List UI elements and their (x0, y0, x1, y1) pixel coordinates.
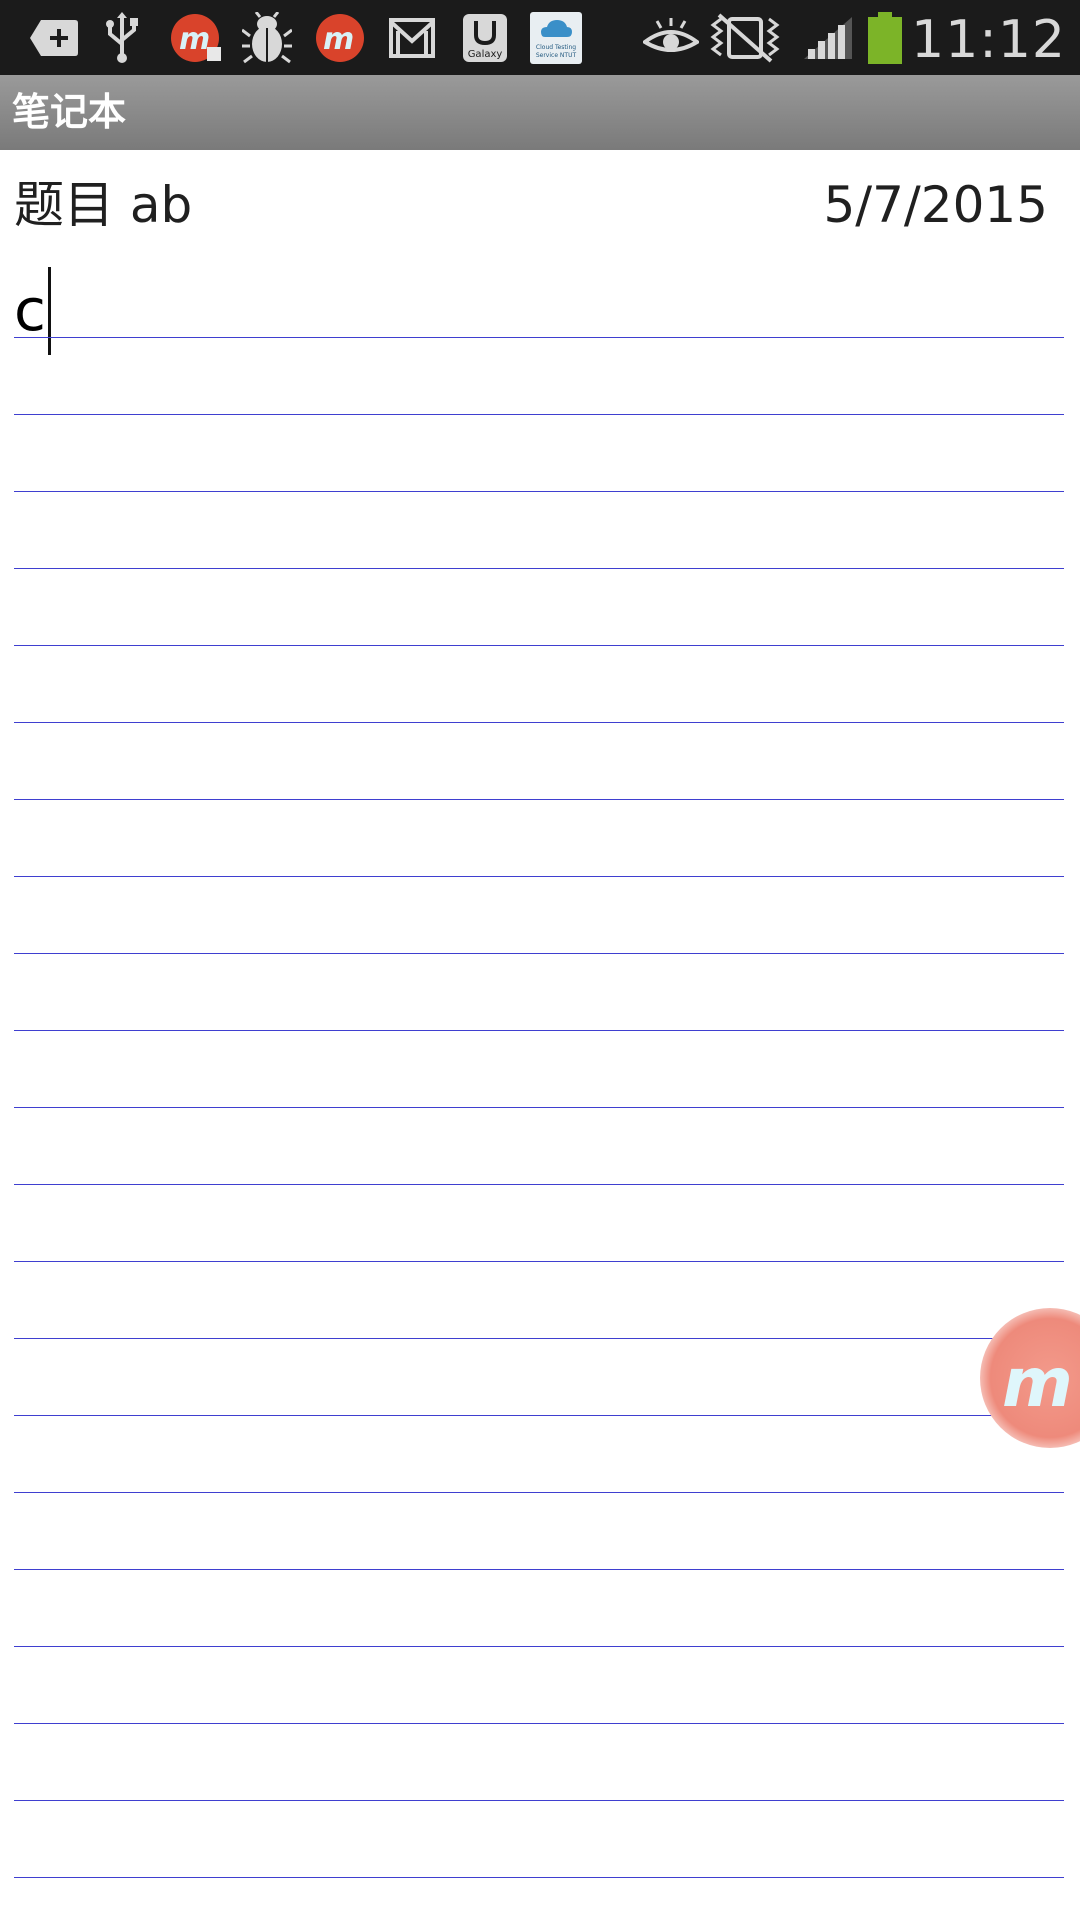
ruled-line (14, 1723, 1064, 1724)
note-body-text: c (14, 276, 46, 344)
mobizen-record-icon: m (168, 0, 224, 75)
note-title[interactable]: 题目 ab (14, 170, 192, 240)
ruled-line (14, 1184, 1064, 1185)
ruled-line (14, 953, 1064, 954)
cloud-testing-icon: Cloud Testing Service NTUT (528, 0, 584, 75)
ruled-line (14, 1338, 1064, 1339)
ruled-line (14, 1107, 1064, 1108)
gmail-icon (386, 0, 438, 75)
text-cursor (48, 267, 51, 355)
svg-text:Cloud Testing: Cloud Testing (536, 44, 576, 51)
battery-icon (862, 0, 908, 75)
add-box-icon (26, 0, 82, 75)
note-date: 5/7/2015 (823, 176, 1048, 234)
galaxy-label: Galaxy (468, 49, 503, 60)
svg-text:m: m (179, 22, 210, 57)
ruled-line (14, 1800, 1064, 1801)
usb-icon (100, 0, 144, 75)
ruled-line (14, 1415, 1064, 1416)
mobizen-letter: m (1002, 1344, 1073, 1423)
bug-icon (240, 0, 294, 75)
app-title: 笔记本 (12, 90, 127, 134)
ruled-line (14, 1492, 1064, 1493)
ruled-line (14, 799, 1064, 800)
vibrate-mute-icon (708, 0, 782, 75)
action-bar: 笔记本 (0, 75, 1080, 150)
ruled-line (14, 414, 1064, 415)
ruled-line (14, 1569, 1064, 1570)
ruled-line (14, 876, 1064, 877)
signal-icon (800, 0, 856, 75)
ruled-line (14, 337, 1064, 338)
ruled-line (14, 1646, 1064, 1647)
status-bar: m m Galaxy Cloud Testing Service NTUT 11:… (0, 0, 1080, 75)
galaxy-apps-icon: Galaxy (460, 0, 510, 75)
ruled-line (14, 722, 1064, 723)
mobizen-icon: m (312, 0, 368, 75)
note-body-editor[interactable]: c (14, 260, 1064, 1900)
ruled-line (14, 1030, 1064, 1031)
ruled-line (14, 1877, 1064, 1878)
ruled-line (14, 491, 1064, 492)
svg-text:Service NTUT: Service NTUT (536, 52, 577, 59)
ruled-line (14, 645, 1064, 646)
svg-text:m: m (323, 22, 354, 57)
status-clock: 11:12 (911, 10, 1066, 70)
ruled-line (14, 1261, 1064, 1262)
ruled-line (14, 568, 1064, 569)
eye-icon (642, 0, 700, 75)
